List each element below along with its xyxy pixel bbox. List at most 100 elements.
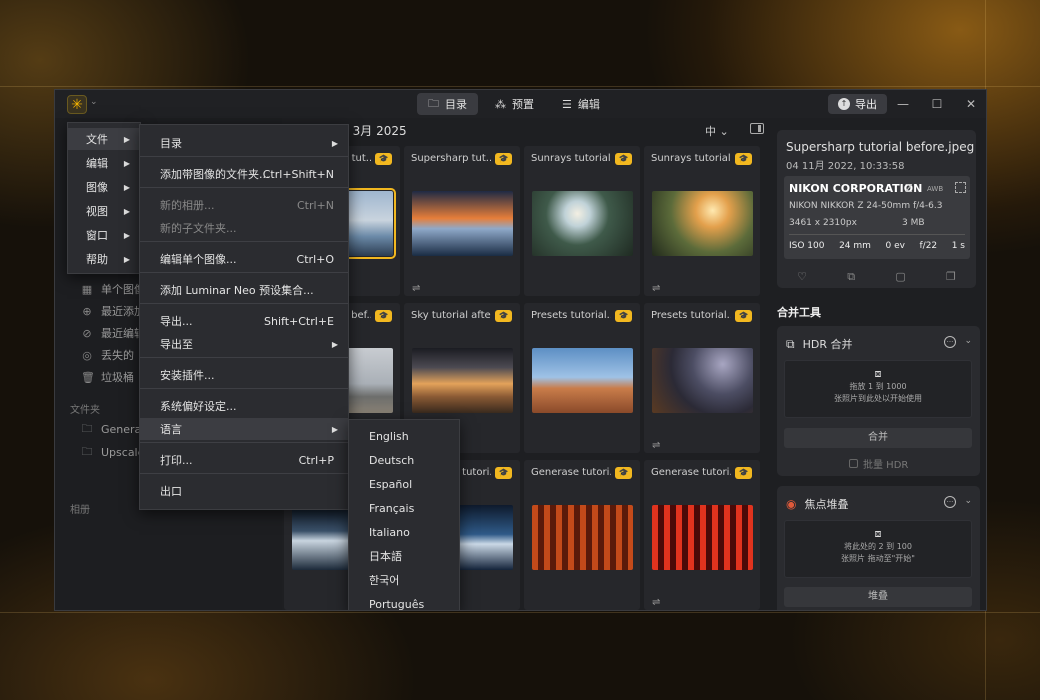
image-card[interactable]: Presets tutorial... 🎓	[524, 303, 640, 453]
sidebar-item-label: 垃圾桶	[101, 371, 134, 384]
main-menu-item[interactable]: 编辑 ▶	[68, 152, 140, 174]
batch-hdr-checkbox[interactable]: 批量 HDR	[849, 456, 908, 471]
panel-toggle-icon[interactable]	[750, 123, 764, 134]
tab-catalog[interactable]: 🗀 目录	[417, 93, 478, 115]
image-card[interactable]: Generase tutori... 🎓 ⇌	[644, 460, 760, 610]
submenu-arrow-icon: ▶	[331, 138, 338, 148]
image-thumbnail[interactable]	[532, 191, 633, 256]
tab-edit[interactable]: ☰ 编辑	[551, 93, 611, 115]
main-menu-item[interactable]: 图像 ▶	[68, 176, 140, 198]
language-menu-item[interactable]: Español	[349, 473, 459, 495]
background-line	[0, 612, 1040, 613]
file-menu-item[interactable]: 目录 ▶	[140, 132, 348, 154]
menu-item-label: 编辑单个图像...	[160, 253, 237, 266]
sidebar-item-single-images[interactable]: ▦ 单个图像	[81, 280, 145, 298]
sidebar-item-recently-edited[interactable]: ⊘ 最近编辑	[81, 324, 145, 342]
tutorial-badge-icon: 🎓	[495, 467, 512, 479]
submenu-arrow-icon: ▶	[123, 134, 130, 144]
image-thumbnail[interactable]	[412, 191, 513, 256]
main-menu-item[interactable]: 帮助 ▶	[68, 248, 140, 270]
image-thumbnail[interactable]	[652, 191, 753, 256]
tutorial-badge-icon: 🎓	[735, 467, 752, 479]
language-menu-item[interactable]: 日本語	[349, 545, 459, 567]
tutorial-badge-icon: 🎓	[735, 153, 752, 165]
chevron-down-icon[interactable]: ⌄	[90, 97, 98, 107]
image-card[interactable]: Sunrays tutorial... 🎓 ⇌	[644, 146, 760, 296]
app-logo-icon[interactable]: ✳	[67, 95, 87, 114]
image-card[interactable]: Supersharp tut... 🎓 ⇌	[404, 146, 520, 296]
file-menu-item[interactable]: 导出至 ▶	[140, 333, 348, 355]
file-menu-item[interactable]: 语言 ▶	[140, 418, 348, 440]
image-card[interactable]: Sunrays tutorial... 🎓	[524, 146, 640, 296]
image-thumbnail[interactable]	[412, 348, 513, 413]
background-line	[0, 86, 1040, 87]
language-menu-item[interactable]: English	[349, 425, 459, 447]
minimize-icon[interactable]: —	[893, 95, 913, 113]
image-card[interactable]: Presets tutorial... 🎓 ⇌	[644, 303, 760, 453]
file-menu-item[interactable]: 出口	[140, 480, 348, 502]
share-icon[interactable]: ⧉	[847, 270, 855, 284]
folder-icon: 🗀	[428, 96, 439, 110]
language-menu-item[interactable]: Deutsch	[349, 449, 459, 471]
more-options-icon[interactable]: ···	[944, 496, 956, 508]
tab-presets[interactable]: ⁂ 预置	[484, 93, 545, 115]
heart-icon[interactable]: ♡	[797, 270, 807, 284]
chevron-down-icon[interactable]: ⌄	[964, 496, 972, 506]
copy-icon[interactable]: ▢	[895, 270, 905, 284]
file-size: 3 MB	[902, 218, 925, 228]
image-thumbnail[interactable]	[532, 505, 633, 570]
menu-item-label: 目录	[160, 137, 182, 150]
duplicate-icon[interactable]: ❐	[946, 270, 956, 284]
title-bar: ✳ ⌄ 🗀 目录 ⁂ 预置 ☰ 编辑 ↑ 导出 — ☐ ✕	[55, 90, 986, 118]
sidebar-item-trash[interactable]: 🗑 垃圾桶	[81, 368, 134, 386]
focus-drop-zone[interactable]: ⧈ 将此处的 2 到 100 张照片 拖动至"开始"	[784, 520, 972, 578]
language-menu-item[interactable]: Italiano	[349, 521, 459, 543]
file-menu-item[interactable]: 添加 Luminar Neo 预设集合...	[140, 279, 348, 301]
export-button[interactable]: ↑ 导出	[828, 94, 887, 114]
image-thumbnail[interactable]	[532, 348, 633, 413]
menu-separator	[140, 473, 348, 474]
file-menu-item[interactable]: 打印... Ctrl+P	[140, 449, 348, 471]
image-thumbnail[interactable]	[652, 505, 753, 570]
menu-separator	[140, 241, 348, 242]
image-card[interactable]: Generase tutori... 🎓	[524, 460, 640, 610]
image-thumbnail[interactable]	[652, 348, 753, 413]
language-menu-item[interactable]: 한국어	[349, 569, 459, 591]
merge-button[interactable]: 合并	[784, 428, 972, 448]
main-menu-item[interactable]: 文件 ▶	[68, 128, 140, 150]
hdr-drop-zone[interactable]: ⧈ 拖放 1 到 1000 张照片到此处以开始使用	[784, 360, 972, 418]
clock-edit-icon: ⊘	[82, 326, 92, 340]
edited-sliders-icon: ⇌	[652, 440, 661, 451]
close-icon[interactable]: ✕	[961, 95, 981, 113]
chevron-down-icon[interactable]: ⌄	[964, 336, 972, 346]
image-card-title: Generase tutori...	[651, 467, 731, 478]
sidebar-item-lost[interactable]: ◎ 丢失的	[81, 346, 134, 364]
drop-hint: 拖放 1 到 1000	[849, 382, 907, 391]
main-menu-item[interactable]: 视图 ▶	[68, 200, 140, 222]
sidebar-item-recently-added[interactable]: ⊕ 最近添加	[81, 302, 145, 320]
main-nav-tabs: 🗀 目录 ⁂ 预置 ☰ 编辑	[417, 93, 611, 115]
file-menu-item[interactable]: 编辑单个图像... Ctrl+O	[140, 248, 348, 270]
focus-stacking-header[interactable]: ◉ 焦点堆叠	[786, 496, 848, 512]
stack-button[interactable]: 堆叠	[784, 587, 972, 607]
menu-item-label: 添加带图像的文件夹...	[160, 168, 270, 181]
hdr-merge-header[interactable]: ⧉ HDR 合并	[786, 336, 852, 352]
menu-item-label: 新的子文件夹...	[160, 222, 237, 235]
file-menu-item[interactable]: 系统偏好设定...	[140, 395, 348, 417]
export-label: 导出	[855, 98, 877, 111]
file-menu-item[interactable]: 添加带图像的文件夹... Ctrl+Shift+N	[140, 163, 348, 185]
maximize-icon[interactable]: ☐	[927, 95, 947, 113]
menu-separator	[140, 303, 348, 304]
zoom-dropdown[interactable]: 中 ⌄	[705, 123, 729, 139]
sidebar-folder-upscale[interactable]: 🗀 Upscale	[81, 443, 145, 461]
file-menu-item[interactable]: 安装插件...	[140, 364, 348, 386]
main-menu-item[interactable]: 窗口 ▶	[68, 224, 140, 246]
menu-item-label: Deutsch	[369, 453, 415, 467]
menu-item-label: 视图	[86, 205, 108, 218]
language-menu-item[interactable]: Português	[349, 593, 459, 611]
language-menu-item[interactable]: Français	[349, 497, 459, 519]
more-options-icon[interactable]: ···	[944, 336, 956, 348]
file-menu-item[interactable]: 导出... Shift+Ctrl+E	[140, 310, 348, 332]
drop-hint: 张照片到此处以开始使用	[834, 394, 922, 403]
sidebar-folder-genera[interactable]: 🗀 Genera	[81, 420, 142, 438]
